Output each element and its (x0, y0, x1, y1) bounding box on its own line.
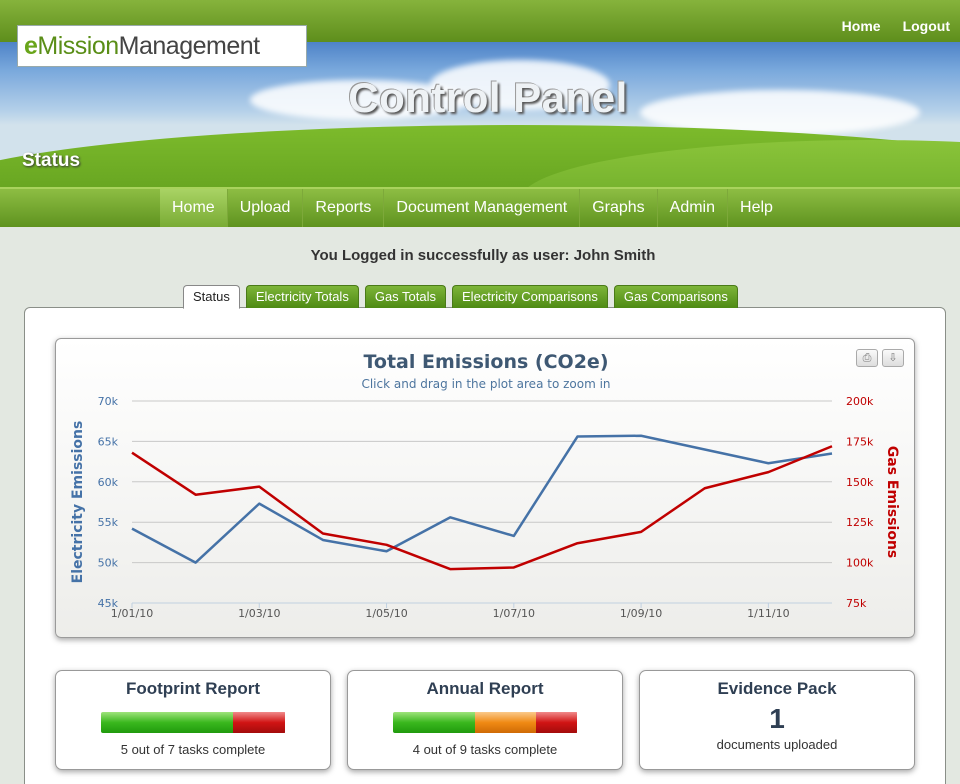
y-axis-title-left: Electricity Emissions (70, 421, 86, 584)
footprint-progress-caption: 5 out of 7 tasks complete (120, 742, 266, 757)
print-icon[interactable]: ⎙ (856, 349, 878, 367)
page-title: Control Panel (348, 74, 628, 121)
gas-series-line (131, 445, 833, 571)
y-tick-label-right: 75k (846, 597, 867, 610)
annual-progress-caption: 4 out of 9 tasks complete (412, 742, 558, 757)
x-tick-label: 1/01/10 (111, 607, 153, 620)
annual-progress-bar (392, 712, 578, 733)
y-tick-label-left: 65k (98, 435, 119, 448)
emissions-chart[interactable]: 45k 75k 50k 100k 55k 125k 60k 150k 65k 175k 70k 200… (55, 338, 915, 638)
nav-item-upload[interactable]: Upload (228, 189, 304, 227)
annual-report-card[interactable]: Annual Report 4 out of 9 tasks complete (347, 670, 623, 770)
nav-item-document-management[interactable]: Document Management (384, 189, 581, 227)
footprint-progress-bar (100, 712, 286, 733)
x-tick-label: 1/05/10 (365, 607, 407, 620)
evidence-pack-card[interactable]: Evidence Pack 1 documents uploaded (639, 670, 915, 770)
nav-item-home[interactable]: Home (160, 189, 228, 227)
header-banner: e Mission Management Home Logout Control P… (0, 0, 960, 187)
y-tick-label-left: 50k (98, 557, 119, 570)
evidence-caption: documents uploaded (716, 737, 838, 752)
x-tick-label: 1/03/10 (238, 607, 280, 620)
y-tick-label-right: 150k (846, 476, 874, 489)
y-tick-label-left: 55k (98, 516, 119, 529)
nav-item-help[interactable]: Help (728, 189, 785, 227)
download-icon[interactable]: ⇩ (882, 349, 904, 367)
top-links: Home Logout (842, 18, 950, 34)
progress-incomplete-segment (536, 712, 578, 733)
logo[interactable]: e Mission Management (17, 25, 307, 67)
main-nav: Home Upload Reports Document Management … (0, 187, 960, 227)
y-axis-title-right: Gas Emissions (884, 446, 900, 558)
page-subtitle: Status (22, 150, 81, 171)
progress-complete-segment (100, 712, 233, 733)
y-tick-label-left: 70k (98, 395, 119, 408)
evidence-document-count: 1 (769, 703, 785, 734)
tab-electricity-totals[interactable]: Electricity Totals (245, 285, 359, 308)
nav-item-admin[interactable]: Admin (658, 189, 729, 227)
logout-link[interactable]: Logout (903, 18, 950, 34)
chart-export-buttons: ⎙ ⇩ (856, 349, 904, 367)
nav-item-graphs[interactable]: Graphs (580, 189, 658, 227)
footprint-report-title: Footprint Report (125, 679, 261, 698)
home-link[interactable]: Home (842, 18, 881, 34)
y-tick-label-left: 60k (98, 476, 119, 489)
y-tick-label-right: 200k (846, 395, 874, 408)
y-tick-label-right: 100k (846, 557, 874, 570)
welcome-message: You Logged in successfully as user: John… (310, 247, 656, 264)
x-tick-label: 1/09/10 (620, 607, 662, 620)
chart-title: Total Emissions (CO2e) (363, 351, 609, 373)
logo-e: e (24, 31, 38, 60)
nav-item-reports[interactable]: Reports (303, 189, 385, 227)
x-tick-label: 1/11/10 (747, 607, 789, 620)
logo-management: Management (118, 31, 260, 60)
footprint-report-card[interactable]: Footprint Report 5 out of 7 tasks comple… (55, 670, 331, 770)
y-tick-label-right: 125k (846, 516, 874, 529)
progress-incomplete-segment (232, 712, 286, 733)
x-tick-label: 1/07/10 (493, 607, 535, 620)
tab-bar: Status Electricity Totals Gas Totals Ele… (183, 285, 738, 309)
tab-status[interactable]: Status (183, 285, 240, 309)
tab-electricity-comparisons[interactable]: Electricity Comparisons (452, 285, 608, 308)
y-tick-label-right: 175k (846, 435, 874, 448)
evidence-pack-title: Evidence Pack (717, 679, 837, 698)
progress-complete-segment (392, 712, 475, 733)
electricity-series-line (131, 434, 833, 564)
progress-in-progress-segment (474, 712, 537, 733)
annual-report-title: Annual Report (426, 679, 544, 698)
tab-gas-totals[interactable]: Gas Totals (364, 285, 447, 308)
chart-subtitle: Click and drag in the plot area to zoom … (361, 377, 611, 391)
logo-mission: Mission (37, 31, 119, 60)
tab-gas-comparisons[interactable]: Gas Comparisons (613, 285, 738, 308)
